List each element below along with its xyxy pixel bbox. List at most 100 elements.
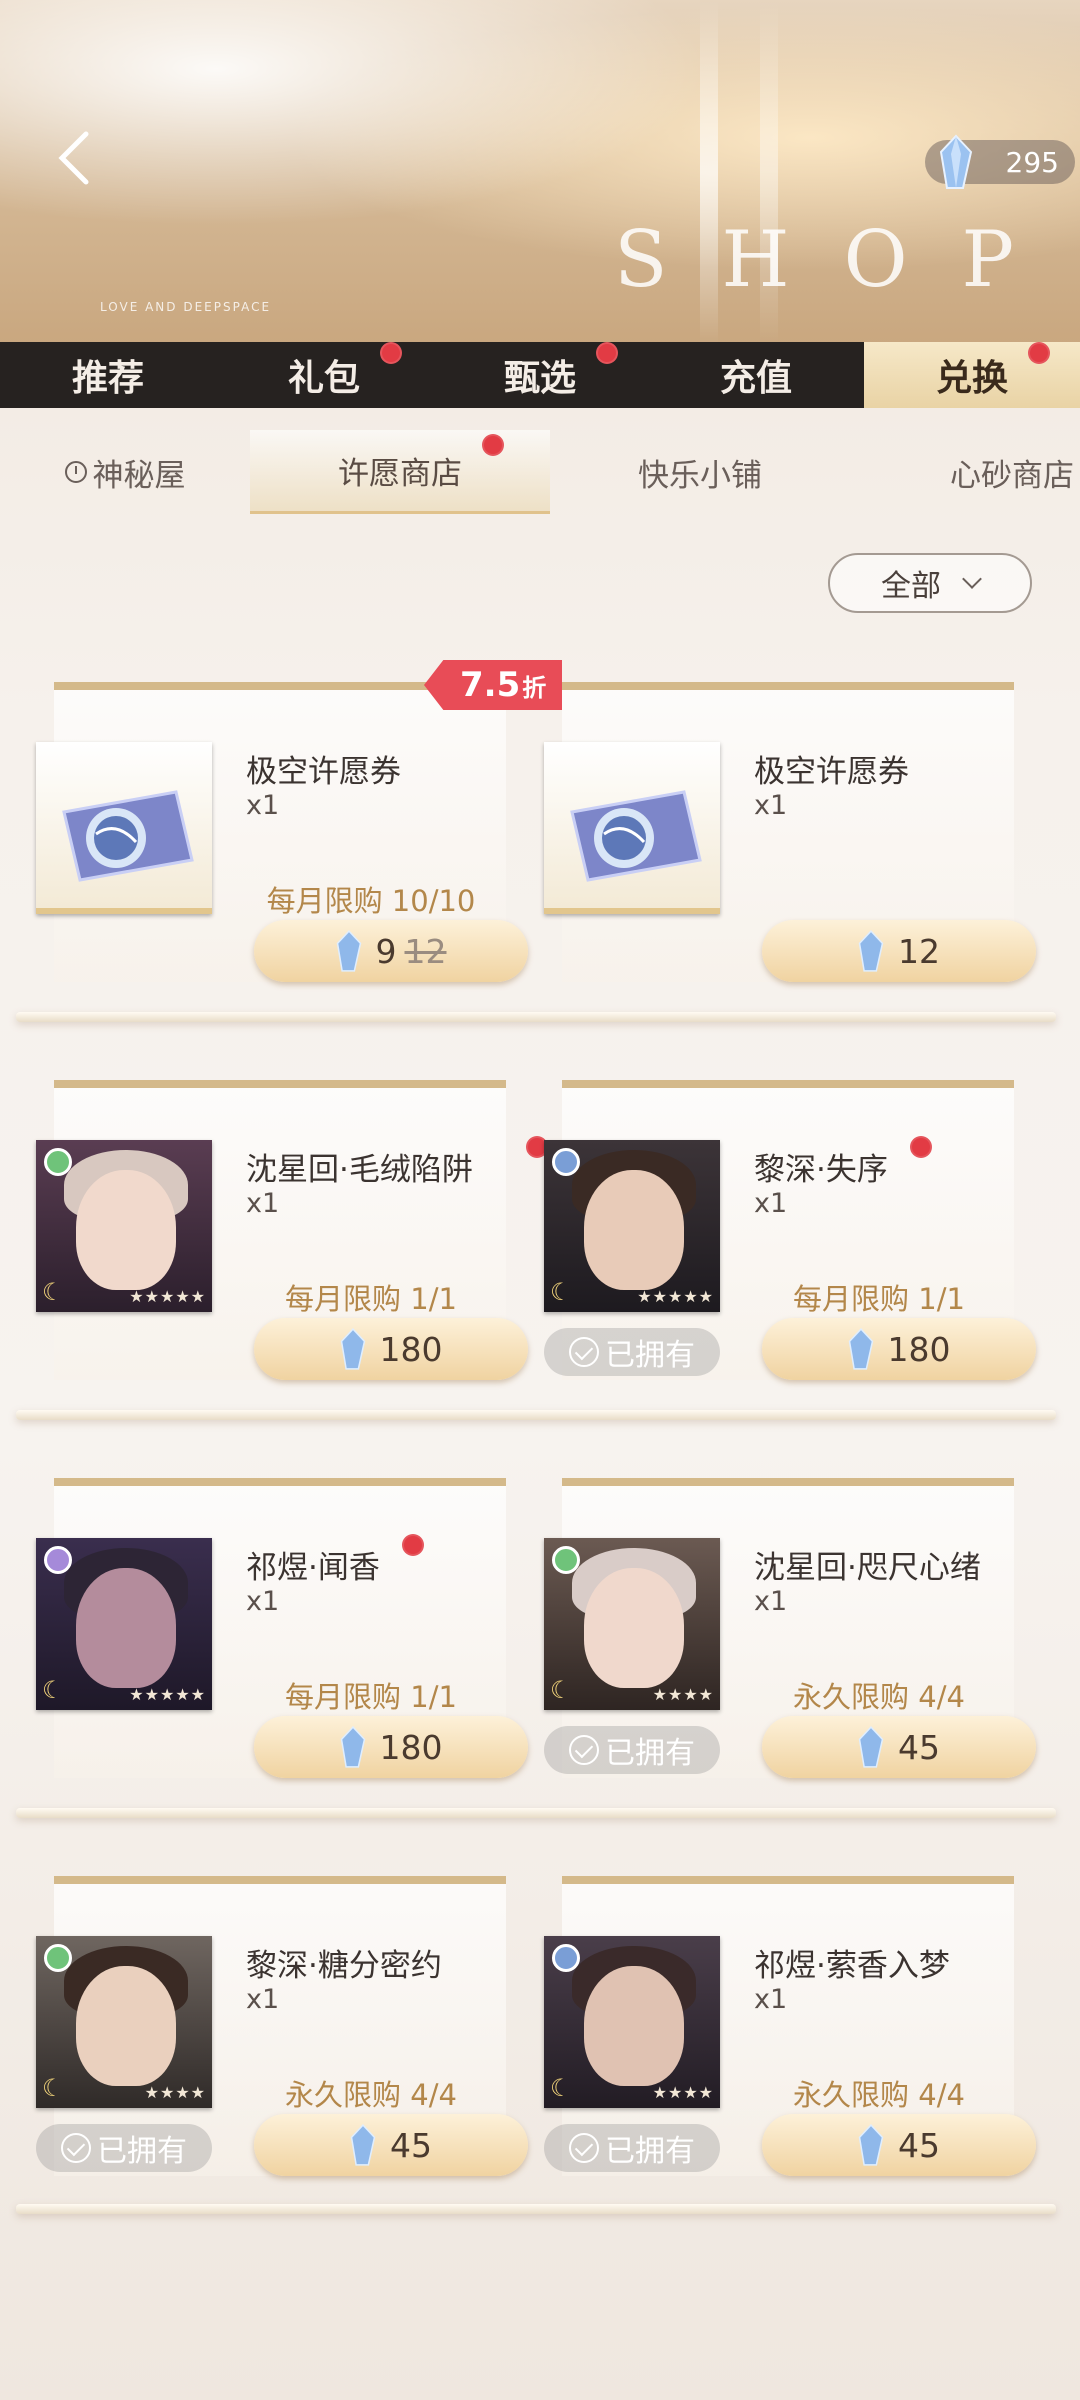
purchase-limit: 永久限购 4/4 <box>793 1680 965 1714</box>
notification-dot <box>910 1136 932 1158</box>
price-value: 45 <box>390 2125 432 2165</box>
item-thumbnail: ☾ ★★★★★ <box>36 1140 212 1312</box>
price-value: 9 <box>375 931 397 971</box>
tab-recommend[interactable]: 推荐 <box>0 342 216 408</box>
subtab-wish-shop[interactable]: 许愿商店 <box>250 430 550 514</box>
buy-button[interactable]: 45 <box>254 2114 528 2176</box>
crystal-icon <box>340 1327 365 1370</box>
purchase-limit: 每月限购 10/10 <box>266 884 476 918</box>
purchase-limit: 永久限购 4/4 <box>285 2078 457 2112</box>
shop-item-card[interactable]: ☾ ★★★★★ 已拥有 黎深·失序 x1 每月限购 1/1 180 <box>544 1080 1036 1410</box>
check-circle-icon <box>61 2133 91 2163</box>
owned-label: 已拥有 <box>605 1736 695 1771</box>
shop-item-card[interactable]: ☾ ★★★★ 已拥有 祁煜·萦香入梦 x1 永久限购 4/4 45 <box>544 1876 1036 2206</box>
buy-button[interactable]: 180 <box>762 1318 1036 1380</box>
purchase-limit: 每月限购 1/1 <box>285 1282 457 1316</box>
item-quantity: x1 <box>246 1188 280 1219</box>
item-thumbnail: ☾ ★★★★ <box>544 1538 720 1710</box>
crystal-icon <box>858 929 884 972</box>
shelf <box>16 1410 1056 1420</box>
shelf <box>16 1012 1056 1022</box>
buy-button[interactable]: 180 <box>254 1716 528 1778</box>
item-name: 沈星回·咫尺心绪 <box>754 1550 981 1586</box>
price-value: 12 <box>898 931 940 971</box>
item-thumbnail <box>544 742 720 914</box>
character-portrait <box>76 1568 176 1688</box>
shop-item-card[interactable]: ☾ ★★★★★ 祁煜·闻香 x1 每月限购 1/1 180 <box>36 1478 528 1808</box>
currency-balance[interactable]: 295 <box>925 134 1075 189</box>
subtab-label: 神秘屋 <box>92 457 186 494</box>
buy-button[interactable]: 12 <box>762 920 1036 982</box>
shop-item-card[interactable]: 7.5 折 极空许愿券 x1 每月限购 10/10 9 12 <box>36 660 563 1012</box>
item-quantity: x1 <box>246 1984 280 2015</box>
item-name: 极空许愿券 <box>754 754 909 790</box>
item-thumbnail: ☾ ★★★★ <box>36 1936 212 2108</box>
tab-gift-pack[interactable]: 礼包 <box>216 342 432 408</box>
subtab-mystery-house[interactable]: 神秘屋 <box>0 430 250 514</box>
item-name: 祁煜·闻香 <box>246 1550 380 1586</box>
item-name: 黎深·失序 <box>754 1152 888 1188</box>
owned-label: 已拥有 <box>605 1338 695 1373</box>
tab-label: 推荐 <box>71 357 144 399</box>
price-value: 180 <box>379 1727 443 1767</box>
rarity-stars: ★★★★ <box>652 1685 714 1704</box>
subtab-happy-shop[interactable]: 快乐小铺 <box>550 430 850 514</box>
price-value: 45 <box>898 2125 940 2165</box>
filter-dropdown[interactable]: 全部 <box>828 553 1032 613</box>
item-thumbnail: ☾ ★★★★ <box>544 1936 720 2108</box>
shop-item-card[interactable]: ☾ ★★★★★ 沈星回·毛绒陷阱 x1 每月限购 1/1 180 <box>36 1080 548 1410</box>
subtab-label: 快乐小铺 <box>638 457 762 494</box>
check-circle-icon <box>569 2133 599 2163</box>
crystal-icon <box>939 134 973 189</box>
item-thumbnail: ☾ ★★★★★ <box>36 1538 212 1710</box>
wish-ticket-icon <box>62 790 194 882</box>
item-name: 祁煜·萦香入梦 <box>754 1948 950 1984</box>
tab-exchange[interactable]: 兑换 <box>864 342 1080 408</box>
rarity-stars: ★★★★ <box>144 2083 206 2102</box>
back-arrow-icon <box>58 131 89 185</box>
element-icon <box>44 1944 72 1972</box>
shop-item-card[interactable]: ☾ ★★★★ 已拥有 黎深·糖分密约 x1 永久限购 4/4 45 <box>36 1876 528 2206</box>
currency-amount: 295 <box>1005 145 1059 179</box>
purchase-limit: 每月限购 1/1 <box>793 1282 965 1316</box>
tab-label: 充值 <box>719 357 792 399</box>
moon-icon: ☾ <box>42 2074 64 2102</box>
buy-button[interactable]: 180 <box>254 1318 528 1380</box>
item-quantity: x1 <box>754 1188 788 1219</box>
crystal-icon <box>336 929 361 972</box>
crystal-icon <box>350 2123 376 2166</box>
notification-dot <box>402 1534 424 1556</box>
filter-label: 全部 <box>881 569 941 604</box>
check-circle-icon <box>569 1735 599 1765</box>
element-icon <box>552 1546 580 1574</box>
back-button[interactable] <box>44 128 104 188</box>
moon-icon: ☾ <box>42 1278 64 1306</box>
rarity-stars: ★★★★★ <box>129 1685 206 1704</box>
buy-button[interactable]: 9 12 <box>254 920 528 982</box>
main-tab-bar: 推荐 礼包 甄选 充值 兑换 <box>0 342 1080 408</box>
price-value: 180 <box>379 1329 443 1369</box>
tab-selection[interactable]: 甄选 <box>432 342 648 408</box>
shop-letter: O <box>843 215 938 305</box>
shop-item-card[interactable]: ☾ ★★★★ 已拥有 沈星回·咫尺心绪 x1 永久限购 4/4 45 <box>544 1478 1036 1808</box>
notification-dot <box>380 342 402 364</box>
owned-label: 已拥有 <box>605 2134 695 2169</box>
tab-label: 兑换 <box>935 357 1008 399</box>
wish-ticket-icon <box>570 790 702 882</box>
crystal-icon <box>848 1327 873 1370</box>
item-quantity: x1 <box>754 1984 788 2015</box>
item-quantity: x1 <box>246 1586 280 1617</box>
owned-badge: 已拥有 <box>544 1726 720 1774</box>
shop-item-card[interactable]: 极空许愿券 x1 12 <box>544 682 1036 1012</box>
buy-button[interactable]: 45 <box>762 1716 1036 1778</box>
item-quantity: x1 <box>754 1586 788 1617</box>
tab-recharge[interactable]: 充值 <box>648 342 864 408</box>
shop-title: SHOP <box>602 215 1056 305</box>
purchase-limit: 永久限购 4/4 <box>793 2078 965 2112</box>
purchase-limit: 每月限购 1/1 <box>285 1680 457 1714</box>
discount-value: 7.5 <box>460 665 521 705</box>
buy-button[interactable]: 45 <box>762 2114 1036 2176</box>
character-portrait <box>584 1966 684 2086</box>
subtab-heart-sand-shop[interactable]: 心砂商店 <box>850 430 1080 514</box>
tab-label: 甄选 <box>503 357 576 399</box>
